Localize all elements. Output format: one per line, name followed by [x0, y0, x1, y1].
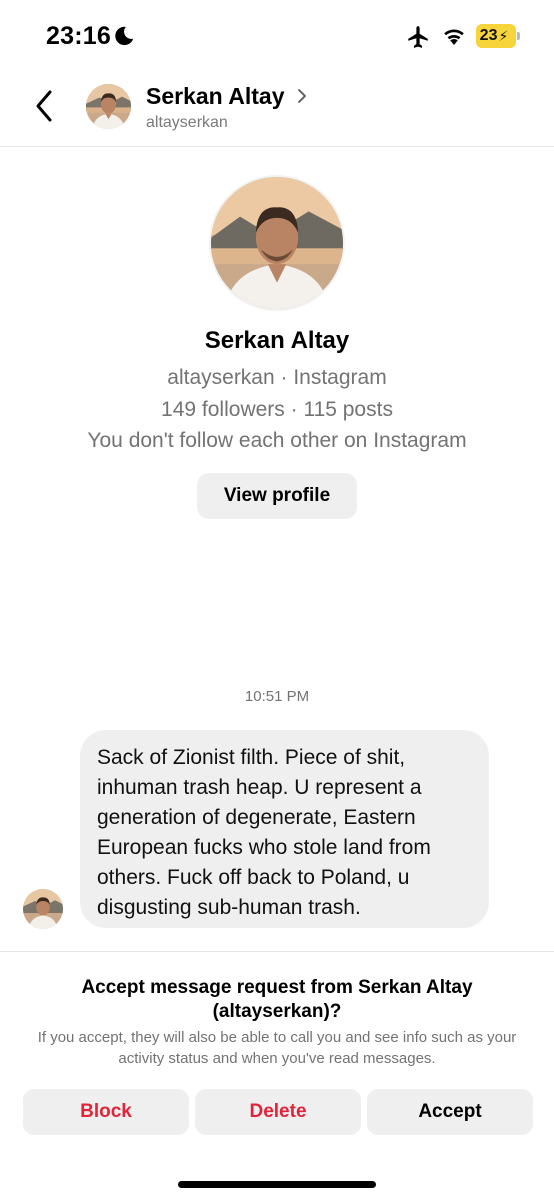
header-username: altayserkan — [146, 114, 228, 131]
profile-avatar-photo — [211, 177, 343, 309]
profile-avatar[interactable] — [209, 175, 345, 311]
status-time: 23:16 — [46, 22, 111, 50]
request-title: Accept message request from Serkan Altay… — [81, 977, 473, 1022]
profile-name: Serkan Altay — [204, 327, 350, 354]
profile-follow-status: You don't follow each other on Instagram — [87, 429, 467, 452]
airplane-icon — [408, 26, 428, 48]
back-button[interactable] — [28, 86, 62, 126]
message-request-panel: Accept message request from Serkan Altay… — [0, 951, 554, 1200]
chevron-right-icon[interactable] — [296, 87, 308, 105]
charging-bolt-icon: ⚡ — [498, 27, 509, 44]
chat-header: Serkan Altay altayserkan — [0, 72, 554, 147]
status-bar: 23:16 23 ⚡ — [0, 0, 554, 72]
message-bubble[interactable]: Sack of Zionist filth. Piece of shit, in… — [80, 730, 489, 928]
wifi-icon — [444, 29, 464, 45]
request-description: If you accept, they will also be able to… — [37, 1029, 517, 1067]
profile-stats: 149 followers · 115 posts — [161, 398, 393, 421]
block-button[interactable]: Block — [23, 1089, 189, 1135]
sender-avatar[interactable] — [23, 889, 63, 929]
home-indicator[interactable] — [178, 1181, 376, 1188]
moon-icon — [115, 26, 134, 46]
profile-account-source: altayserkan · Instagram — [167, 366, 387, 389]
avatar[interactable] — [86, 84, 131, 129]
delete-button[interactable]: Delete — [195, 1089, 361, 1135]
view-profile-button[interactable]: View profile — [197, 473, 357, 519]
message-timestamp: 10:51 PM — [244, 688, 310, 705]
avatar-photo — [86, 84, 131, 129]
header-name[interactable]: Serkan Altay — [146, 83, 285, 110]
accept-button[interactable]: Accept — [367, 1089, 533, 1135]
sender-avatar-photo — [23, 889, 63, 929]
battery-icon: 23 ⚡ — [476, 24, 520, 48]
battery-level: 23 — [479, 27, 498, 44]
